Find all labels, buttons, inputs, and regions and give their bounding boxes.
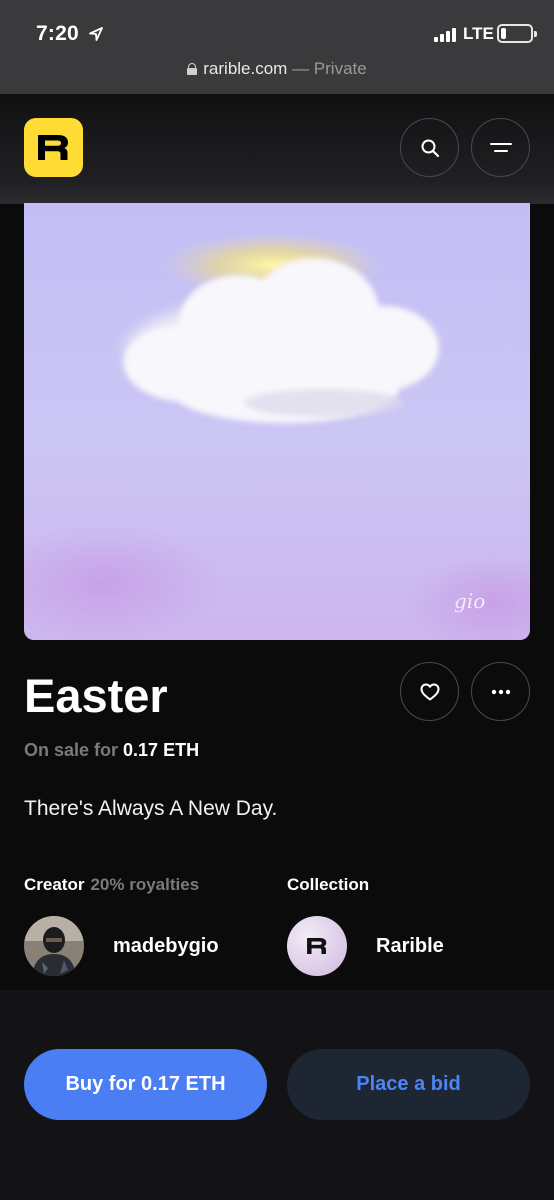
sale-status: On sale for 0.17 ETH [24, 740, 199, 761]
private-mode-label: — Private [287, 59, 367, 78]
artist-signature: gio [454, 589, 485, 613]
sale-price: 0.17 ETH [123, 740, 200, 760]
menu-button[interactable] [471, 118, 530, 177]
rarible-r-icon [38, 135, 68, 160]
collection-avatar[interactable] [287, 916, 347, 976]
rarible-logo[interactable] [24, 118, 83, 177]
creator-label: Creator [24, 875, 85, 894]
heart-icon [420, 683, 439, 700]
royalties-label: 20% royalties [90, 875, 200, 894]
more-options-button[interactable] [471, 662, 530, 721]
site-header [0, 94, 554, 204]
search-icon [421, 139, 439, 157]
rarible-r-icon [307, 938, 327, 954]
status-time: 7:20 [36, 22, 79, 45]
network-type: LTE [463, 24, 494, 43]
creator-avatar[interactable] [24, 916, 84, 976]
buy-button[interactable]: Buy for 0.17 ETH [24, 1049, 267, 1120]
collection-name[interactable]: Rarible [376, 935, 444, 958]
search-button[interactable] [400, 118, 459, 177]
battery-icon [497, 24, 537, 43]
sale-prefix: On sale for [24, 740, 124, 760]
creator-label-row: Creator 20% royalties [24, 875, 199, 895]
url-bar[interactable]: rarible.com — Private [0, 59, 554, 79]
item-title: Easter [24, 669, 168, 722]
place-bid-button[interactable]: Place a bid [287, 1049, 530, 1120]
lock-icon [187, 63, 198, 75]
item-description: There's Always A New Day. [24, 797, 278, 820]
signal-icon [434, 28, 458, 42]
like-button[interactable] [400, 662, 459, 721]
status-bar: 7:20 LTE rarible.com — Private [0, 0, 554, 94]
location-arrow-icon [89, 27, 103, 41]
url-domain: rarible.com [203, 59, 288, 78]
more-dots-icon [491, 689, 510, 694]
artwork-image[interactable]: gio [24, 203, 530, 640]
menu-icon [489, 142, 512, 152]
collection-label: Collection [287, 875, 370, 894]
creator-name[interactable]: madebygio [113, 935, 219, 958]
